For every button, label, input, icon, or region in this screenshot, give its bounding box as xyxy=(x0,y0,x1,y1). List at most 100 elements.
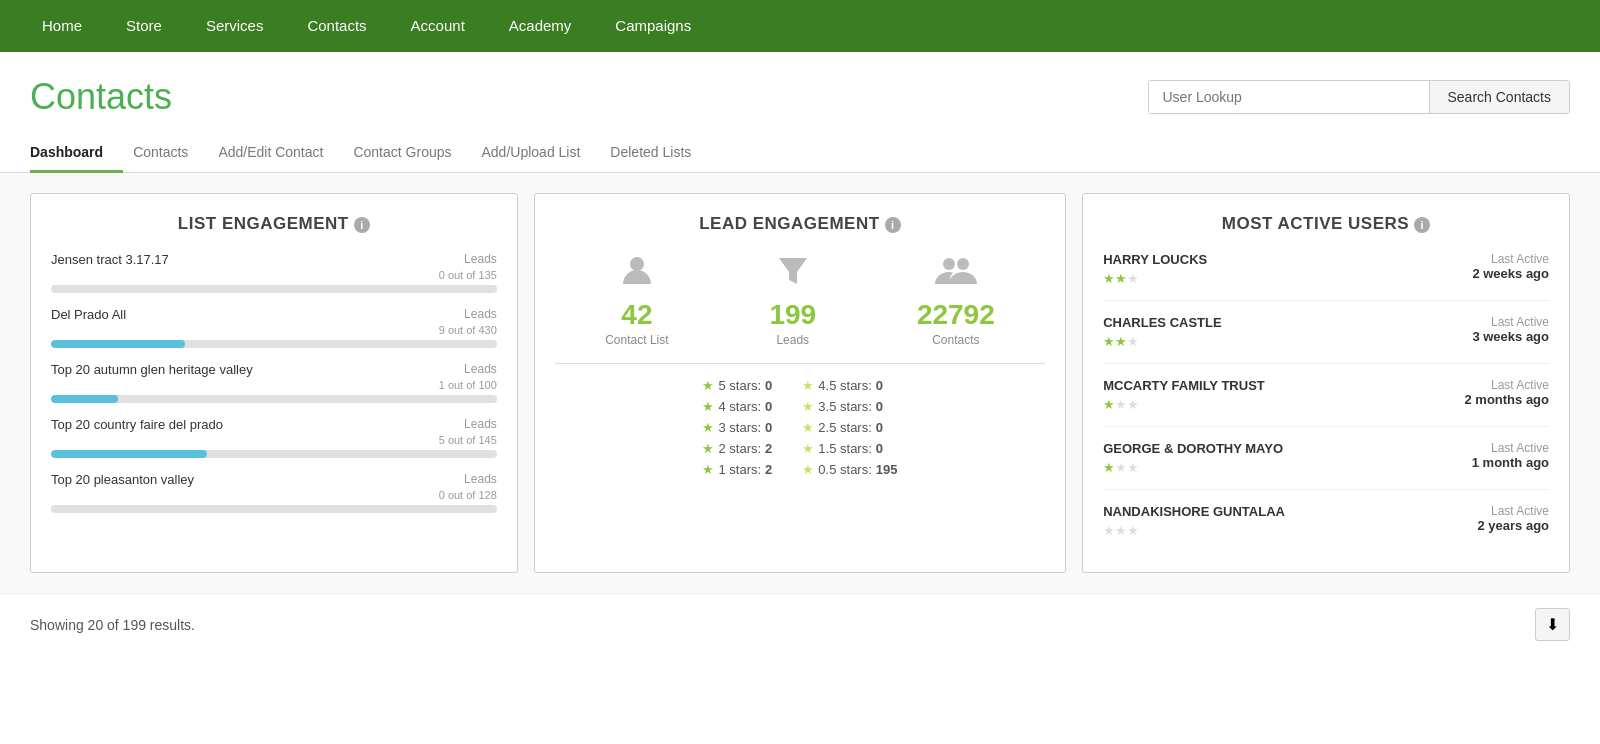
user-active: Last Active 2 years ago xyxy=(1477,504,1549,533)
progress-bar-bg xyxy=(51,505,497,513)
user-info: MCCARTY FAMILY TRUST ★★★ xyxy=(1103,378,1265,412)
user-row: George & Dorothy Mayo ★★★ Last Active 1 … xyxy=(1103,441,1549,490)
user-active: Last Active 3 weeks ago xyxy=(1472,315,1549,344)
star-row: ★ 0.5 stars: 195 xyxy=(802,462,897,477)
cards-row: LIST ENGAGEMENT i Jensen tract 3.17.17 L… xyxy=(30,193,1570,573)
tab-add-upload-list[interactable]: Add/Upload List xyxy=(482,134,601,173)
star-empty-icon: ★ xyxy=(1115,523,1127,538)
list-item-subtext: 9 out of 430 xyxy=(51,324,497,336)
lead-stat-contacts: 22792 Contacts xyxy=(917,252,995,347)
star-empty-icon: ★ xyxy=(1127,523,1139,538)
tab-contact-groups[interactable]: Contact Groups xyxy=(353,134,471,173)
star-row: ★ 1 stars: 2 xyxy=(702,462,772,477)
star-empty-icon: ★ xyxy=(1115,460,1127,475)
header-area: Contacts Search Contacts xyxy=(0,52,1600,134)
list-item: Top 20 pleasanton valley Leads 0 out of … xyxy=(51,472,497,513)
star-val: 0 xyxy=(876,420,883,435)
star-val: 195 xyxy=(876,462,898,477)
user-name: MCCARTY FAMILY TRUST xyxy=(1103,378,1265,393)
star-icon: ★ xyxy=(802,441,814,456)
nav-account[interactable]: Account xyxy=(389,0,487,52)
contact-list-label: Contact List xyxy=(605,333,668,347)
nav-campaigns[interactable]: Campaigns xyxy=(593,0,713,52)
lead-engagement-title: LEAD ENGAGEMENT i xyxy=(555,214,1045,234)
lead-stat-contactlist: 42 Contact List xyxy=(605,252,668,347)
tab-contacts[interactable]: Contacts xyxy=(133,134,208,173)
user-active: Last Active 2 months ago xyxy=(1465,378,1550,407)
users-container: HARRY LOUCKS ★★★ Last Active 2 weeks ago… xyxy=(1103,252,1549,552)
main-content: LIST ENGAGEMENT i Jensen tract 3.17.17 L… xyxy=(0,173,1600,593)
nav-store[interactable]: Store xyxy=(104,0,184,52)
user-info: George & Dorothy Mayo ★★★ xyxy=(1103,441,1283,475)
user-stars: ★★★ xyxy=(1103,334,1221,349)
tab-deleted-lists[interactable]: Deleted Lists xyxy=(610,134,711,173)
user-info: CHARLES CASTLE ★★★ xyxy=(1103,315,1221,349)
user-active-label: Last Active xyxy=(1472,441,1549,455)
star-row: ★ 3 stars: 0 xyxy=(702,420,772,435)
lead-engagement-card: LEAD ENGAGEMENT i 42 Contact List xyxy=(534,193,1066,573)
search-input[interactable] xyxy=(1149,81,1429,113)
star-row: ★ 3.5 stars: 0 xyxy=(802,399,897,414)
search-bar: Search Contacts xyxy=(1148,80,1571,114)
list-item-name: Jensen tract 3.17.17 xyxy=(51,252,169,267)
most-active-info-icon[interactable]: i xyxy=(1414,217,1430,233)
lead-stats-row: 42 Contact List 199 Leads xyxy=(555,252,1045,347)
group-icon xyxy=(917,252,995,295)
tab-dashboard[interactable]: Dashboard xyxy=(30,134,123,173)
star-val: 2 xyxy=(765,441,772,456)
nav-home[interactable]: Home xyxy=(20,0,104,52)
lead-divider xyxy=(555,363,1045,364)
user-stars: ★★★ xyxy=(1103,397,1265,412)
main-nav: Home Store Services Contacts Account Aca… xyxy=(0,0,1600,52)
star-icon: ★ xyxy=(802,462,814,477)
progress-bar-fill xyxy=(51,395,118,403)
star-empty-icon: ★ xyxy=(1103,523,1115,538)
list-item: Top 20 country faire del prado Leads 5 o… xyxy=(51,417,497,458)
leads-label: Leads xyxy=(769,333,816,347)
filter-icon xyxy=(769,252,816,295)
download-button[interactable]: ⬇ xyxy=(1535,608,1570,641)
list-item-name: Top 20 pleasanton valley xyxy=(51,472,194,487)
star-empty-icon: ★ xyxy=(1127,460,1139,475)
most-active-title: MOST ACTIVE USERS i xyxy=(1103,214,1549,234)
star-icon: ★ xyxy=(702,399,714,414)
svg-point-0 xyxy=(630,257,644,271)
nav-academy[interactable]: Academy xyxy=(487,0,594,52)
user-active-label: Last Active xyxy=(1477,504,1549,518)
list-engagement-card: LIST ENGAGEMENT i Jensen tract 3.17.17 L… xyxy=(30,193,518,573)
progress-bar-fill xyxy=(51,340,185,348)
star-val: 0 xyxy=(765,399,772,414)
user-info: Nandakishore Guntalaa ★★★ xyxy=(1103,504,1285,538)
tab-add-edit-contact[interactable]: Add/Edit Contact xyxy=(218,134,343,173)
user-name: George & Dorothy Mayo xyxy=(1103,441,1283,456)
user-name: Nandakishore Guntalaa xyxy=(1103,504,1285,519)
svg-point-2 xyxy=(943,258,955,270)
star-icon: ★ xyxy=(702,441,714,456)
user-active-label: Last Active xyxy=(1472,315,1549,329)
user-name: HARRY LOUCKS xyxy=(1103,252,1207,267)
star-ratings-right: ★ 4.5 stars: 0★ 3.5 stars: 0★ 2.5 stars:… xyxy=(802,378,897,477)
list-item-label: Leads xyxy=(464,307,497,322)
list-engagement-info-icon[interactable]: i xyxy=(354,217,370,233)
star-empty-icon: ★ xyxy=(1127,271,1139,286)
footer-bar: Showing 20 of 199 results. ⬇ xyxy=(0,593,1600,655)
star-filled-icon: ★ xyxy=(1103,397,1115,412)
star-filled-icon: ★ xyxy=(1103,460,1115,475)
user-active-time: 3 weeks ago xyxy=(1472,329,1549,344)
star-filled-icon: ★ xyxy=(1115,334,1127,349)
nav-contacts[interactable]: Contacts xyxy=(285,0,388,52)
contact-list-number: 42 xyxy=(605,299,668,331)
list-item-label: Leads xyxy=(464,472,497,487)
star-filled-icon: ★ xyxy=(1115,271,1127,286)
list-item-name: Top 20 country faire del prado xyxy=(51,417,223,432)
svg-point-3 xyxy=(957,258,969,270)
progress-bar-bg xyxy=(51,285,497,293)
search-button[interactable]: Search Contacts xyxy=(1429,81,1570,113)
user-active: Last Active 2 weeks ago xyxy=(1472,252,1549,281)
user-row: Nandakishore Guntalaa ★★★ Last Active 2 … xyxy=(1103,504,1549,552)
star-row: ★ 4 stars: 0 xyxy=(702,399,772,414)
lead-stat-leads: 199 Leads xyxy=(769,252,816,347)
lead-engagement-info-icon[interactable]: i xyxy=(885,217,901,233)
nav-services[interactable]: Services xyxy=(184,0,286,52)
person-icon xyxy=(605,252,668,295)
